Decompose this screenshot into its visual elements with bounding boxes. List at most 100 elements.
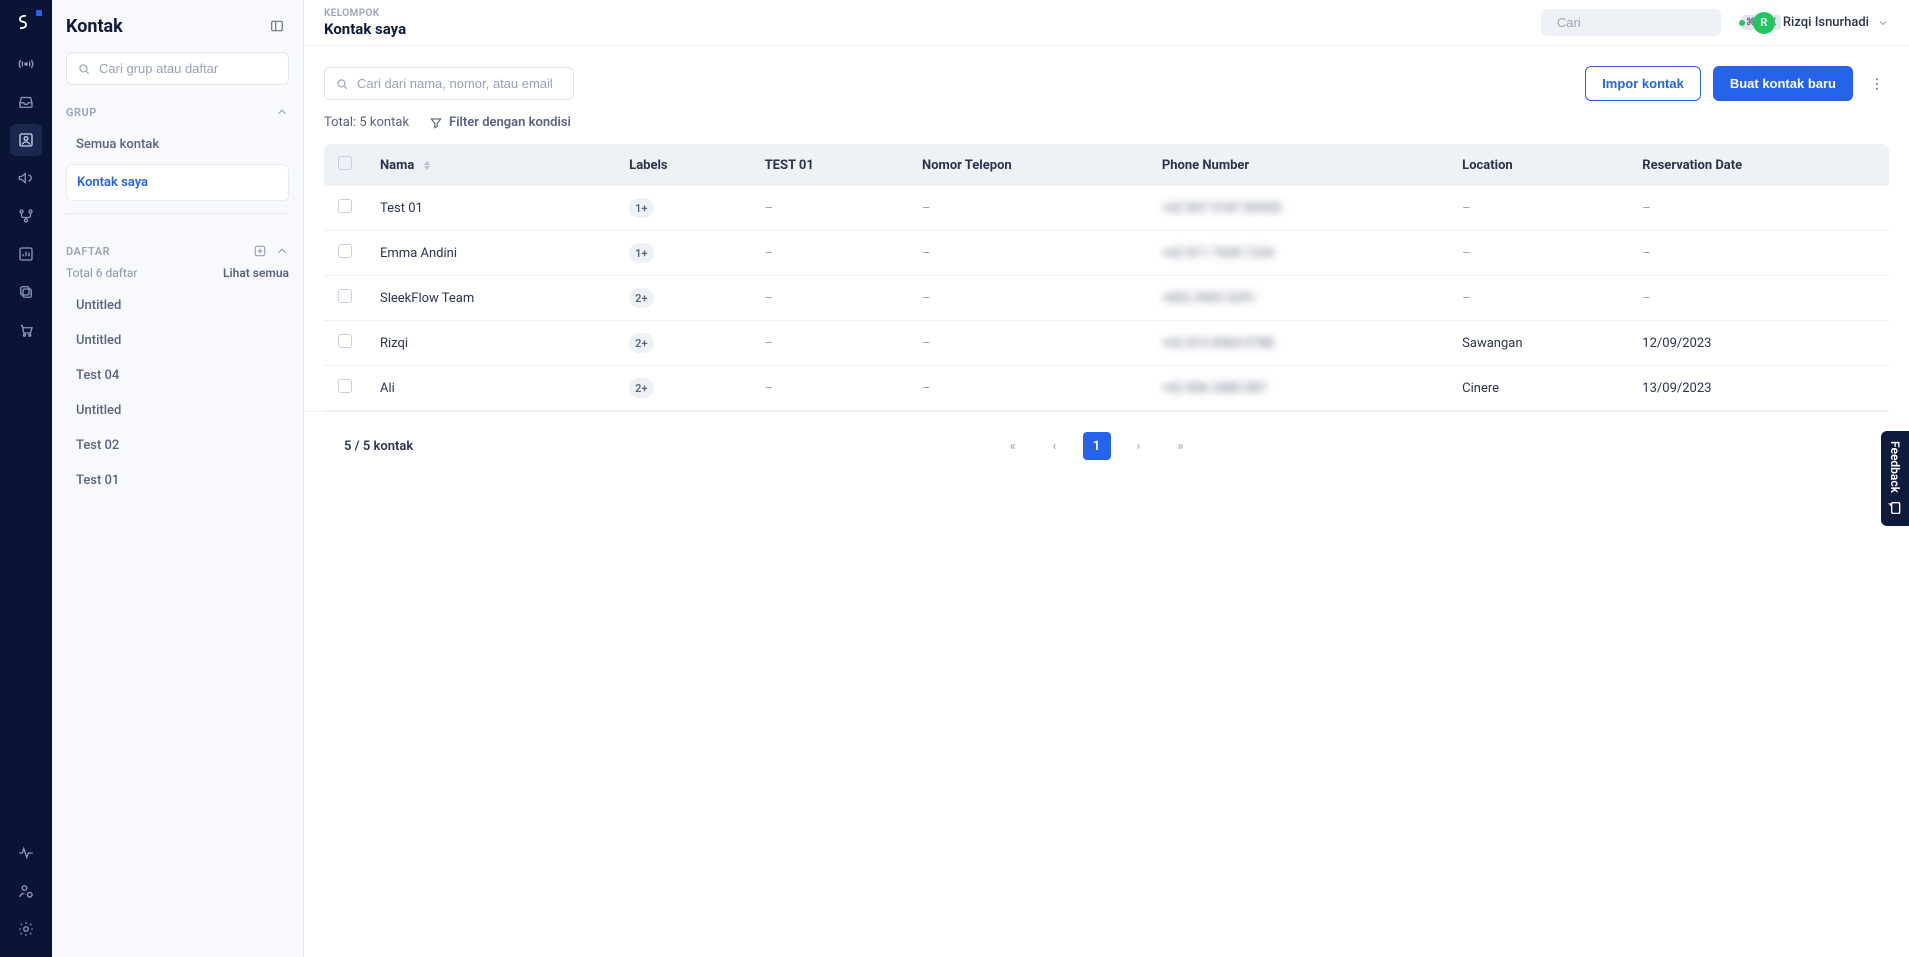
cell-labels: 2+: [615, 366, 750, 411]
nav-megaphone-icon[interactable]: [10, 162, 42, 194]
page-last[interactable]: »: [1167, 432, 1195, 460]
page-current[interactable]: 1: [1083, 432, 1111, 460]
filter-icon: [429, 116, 443, 130]
table-row[interactable]: Ali2+––+62 856 3480 087Cinere13/09/2023: [324, 366, 1889, 411]
global-search[interactable]: ⌘ K: [1541, 9, 1721, 36]
feedback-tab[interactable]: Feedback: [1881, 431, 1909, 527]
group-item[interactable]: Kontak saya: [66, 164, 289, 201]
status-dot: [1739, 20, 1745, 26]
list-item[interactable]: Untitled: [66, 288, 289, 323]
main-content: KELOMPOK Kontak saya ⌘ K R Rizqi Isnurha…: [304, 0, 1909, 957]
list-item[interactable]: Test 01: [66, 463, 289, 498]
chevron-up-icon[interactable]: [275, 105, 289, 119]
cell-nomor: –: [908, 231, 1148, 276]
row-checkbox[interactable]: [324, 276, 366, 321]
contacts-table: Nama Labels TEST 01 Nomor Telepon Phone …: [324, 144, 1889, 411]
sidebar: Kontak GRUP Semua kontakKontak saya DAFT…: [52, 0, 304, 957]
sidebar-search-input[interactable]: [99, 61, 278, 76]
nav-broadcast-icon[interactable]: [10, 48, 42, 80]
contact-search-input[interactable]: [357, 76, 563, 91]
row-checkbox[interactable]: [324, 231, 366, 276]
cell-location: –: [1448, 231, 1628, 276]
nav-flow-icon[interactable]: [10, 200, 42, 232]
cell-labels: 1+: [615, 231, 750, 276]
list-item[interactable]: Untitled: [66, 323, 289, 358]
list-item[interactable]: Untitled: [66, 393, 289, 428]
cell-name: SleekFlow Team: [366, 276, 615, 321]
page-next[interactable]: ›: [1125, 432, 1153, 460]
topbar: KELOMPOK Kontak saya ⌘ K R Rizqi Isnurha…: [304, 0, 1909, 46]
create-contact-button[interactable]: Buat kontak baru: [1713, 66, 1853, 101]
nav-user-settings-icon[interactable]: [10, 875, 42, 907]
cell-test01: –: [751, 366, 908, 411]
cell-nomor: –: [908, 366, 1148, 411]
col-test01[interactable]: TEST 01: [751, 144, 908, 186]
pager: « ‹ 1 › »: [999, 432, 1195, 460]
cell-name: Emma Andini: [366, 231, 615, 276]
pagination-summary: 5 / 5 kontak: [324, 439, 999, 454]
contact-search[interactable]: [324, 67, 574, 100]
add-list-icon[interactable]: [253, 244, 267, 258]
total-count: Total: 5 kontak: [324, 115, 409, 130]
cell-phone: +62 813 8364 0788: [1148, 321, 1448, 366]
import-contact-button[interactable]: Impor kontak: [1585, 66, 1701, 101]
row-checkbox[interactable]: [324, 186, 366, 231]
cell-name: Ali: [366, 366, 615, 411]
chevron-up-icon[interactable]: [275, 244, 289, 258]
cell-location: Cinere: [1448, 366, 1628, 411]
col-phone[interactable]: Phone Number: [1148, 144, 1448, 186]
nav-contacts-icon[interactable]: [10, 124, 42, 156]
more-menu-button[interactable]: [1865, 72, 1889, 96]
filter-button[interactable]: Filter dengan kondisi: [429, 115, 571, 130]
nav-copy-icon[interactable]: [10, 276, 42, 308]
cell-reservation: 12/09/2023: [1628, 321, 1889, 366]
table-row[interactable]: Emma Andini1+––+62 811 7630 1234––: [324, 231, 1889, 276]
collapse-sidebar-button[interactable]: [265, 14, 289, 38]
group-item[interactable]: Semua kontak: [66, 127, 289, 162]
cell-reservation: –: [1628, 231, 1889, 276]
cell-phone: +62 856 3480 087: [1148, 366, 1448, 411]
chevron-down-icon: [1877, 17, 1889, 29]
page-prev[interactable]: ‹: [1041, 432, 1069, 460]
list-item[interactable]: Test 04: [66, 358, 289, 393]
sort-icon: [424, 161, 430, 170]
col-checkbox[interactable]: [324, 144, 366, 186]
sidebar-search[interactable]: [66, 52, 289, 85]
col-location[interactable]: Location: [1448, 144, 1628, 186]
app-logo[interactable]: [14, 12, 38, 36]
user-menu[interactable]: R Rizqi Isnurhadi: [1739, 12, 1889, 34]
cell-location: Sawangan: [1448, 321, 1628, 366]
lihat-semua-link[interactable]: Lihat semua: [223, 266, 289, 280]
nav-inbox-icon[interactable]: [10, 86, 42, 118]
col-reservation[interactable]: Reservation Date: [1628, 144, 1889, 186]
cell-phone: +62 857 0187 82920: [1148, 186, 1448, 231]
toolbar: Impor kontak Buat kontak baru: [304, 46, 1909, 111]
cell-phone: +852 3965 3291: [1148, 276, 1448, 321]
nav-settings-icon[interactable]: [10, 913, 42, 945]
list-item[interactable]: Test 02: [66, 428, 289, 463]
table-row[interactable]: Rizqi2+––+62 813 8364 0788Sawangan12/09/…: [324, 321, 1889, 366]
row-checkbox[interactable]: [324, 366, 366, 411]
cell-name: Test 01: [366, 186, 615, 231]
breadcrumb-parent: KELOMPOK: [324, 8, 406, 20]
col-nomor[interactable]: Nomor Telepon: [908, 144, 1148, 186]
global-search-input[interactable]: [1557, 15, 1733, 30]
page-first[interactable]: «: [999, 432, 1027, 460]
avatar: R: [1753, 12, 1775, 34]
table-row[interactable]: Test 011+––+62 857 0187 82920––: [324, 186, 1889, 231]
row-checkbox[interactable]: [324, 321, 366, 366]
cell-location: –: [1448, 186, 1628, 231]
cell-reservation: –: [1628, 186, 1889, 231]
cell-test01: –: [751, 276, 908, 321]
user-name: Rizqi Isnurhadi: [1783, 15, 1869, 30]
table-row[interactable]: SleekFlow Team2+––+852 3965 3291––: [324, 276, 1889, 321]
nav-activity-icon[interactable]: [10, 837, 42, 869]
cell-reservation: 13/09/2023: [1628, 366, 1889, 411]
cell-labels: 2+: [615, 276, 750, 321]
search-icon: [77, 62, 91, 76]
search-icon: [335, 77, 349, 91]
col-nama[interactable]: Nama: [366, 144, 615, 186]
nav-analytics-icon[interactable]: [10, 238, 42, 270]
nav-cart-icon[interactable]: [10, 314, 42, 346]
col-labels[interactable]: Labels: [615, 144, 750, 186]
